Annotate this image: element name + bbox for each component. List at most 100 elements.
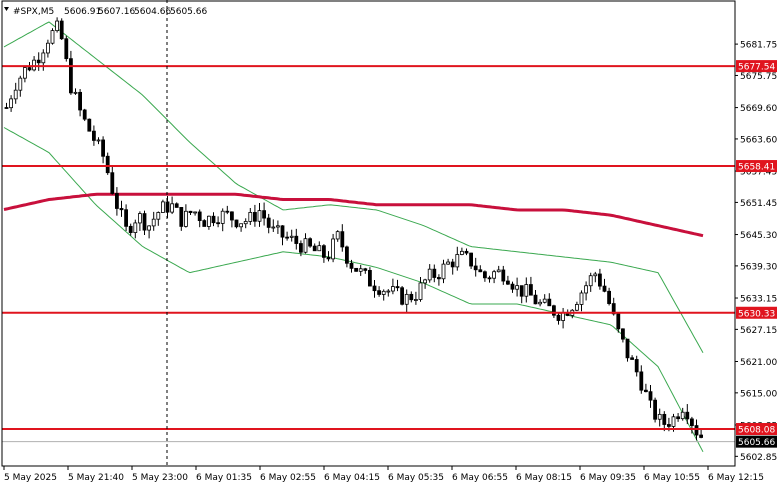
y-tick-label: 5615.00	[740, 389, 777, 399]
candle-bear	[211, 215, 216, 224]
candle-bear	[616, 313, 621, 330]
candle-bull	[418, 282, 423, 300]
candle-bull	[657, 413, 662, 420]
candle-bear	[487, 277, 492, 280]
candle-bull	[147, 225, 152, 231]
candle-bear	[280, 225, 285, 238]
x-tick-label: 6 May 12:15	[708, 473, 764, 483]
candle-bear	[602, 285, 607, 292]
candle-bull	[515, 285, 519, 290]
candle-bull	[680, 411, 685, 420]
candle-bear	[115, 193, 119, 209]
level-label: 5608.08	[738, 426, 775, 436]
candle-bear	[436, 277, 441, 280]
candle-bear	[82, 109, 87, 120]
candle-bull	[671, 416, 676, 427]
x-tick-label: 6 May 09:35	[580, 473, 636, 483]
candle-bear	[529, 284, 533, 296]
candle-bear	[501, 269, 506, 282]
candle-bull	[248, 212, 253, 222]
candle-bear	[607, 290, 611, 304]
candle-bear	[59, 20, 64, 40]
candle-bear	[101, 139, 105, 157]
y-tick-label: 5651.45	[740, 199, 777, 209]
candle-bear	[685, 411, 690, 420]
candle-bear	[225, 210, 230, 213]
candle-bear	[105, 155, 110, 174]
candle-bear	[639, 371, 644, 391]
x-tick-label: 6 May 04:15	[324, 473, 380, 483]
candle-bear	[667, 424, 671, 427]
candle-bear	[78, 91, 82, 111]
candle-bull	[289, 235, 294, 238]
candle-bear	[36, 59, 41, 64]
candle-bear	[556, 314, 561, 321]
candle-bear	[400, 287, 405, 305]
candle-bull	[575, 304, 579, 311]
x-tick-label: 6 May 08:15	[516, 473, 572, 483]
candle-bear	[312, 245, 317, 252]
candle-bear	[298, 243, 303, 253]
candle-bear	[372, 285, 377, 292]
candle-bear	[395, 286, 400, 289]
x-tick-label: 6 May 01:35	[196, 473, 252, 483]
candle-bull	[22, 67, 27, 79]
candle-bull	[335, 231, 340, 240]
price-chart[interactable]: 5681.75 5675.75 5669.60 5663.60 5657.45 5651.…	[0, 0, 781, 489]
candle-bear	[354, 267, 359, 272]
candle-bear	[92, 130, 96, 141]
candle-bear	[694, 425, 699, 436]
y-tick-label: 5627.15	[740, 326, 777, 336]
x-tick-label: 5 May 21:40	[68, 473, 124, 483]
candle-bull	[584, 285, 588, 294]
candle-bull	[386, 290, 391, 293]
candle-bear	[266, 217, 271, 228]
candle-bull	[271, 226, 276, 229]
candle-bull	[542, 298, 547, 303]
candle-bull	[446, 261, 451, 265]
candle-bull	[427, 268, 432, 281]
candle-bear	[363, 268, 368, 271]
y-tick-label: 5602.85	[740, 453, 777, 463]
candle-bull	[413, 299, 418, 301]
candle-bull	[73, 91, 78, 94]
candle-bull	[55, 20, 59, 32]
candle-bear	[252, 212, 257, 222]
open-value: 5606.91	[64, 7, 101, 17]
candle-bear	[676, 416, 680, 420]
candle-bull	[133, 222, 138, 233]
candle-bear	[27, 67, 32, 71]
level-label: 5658.41	[738, 163, 775, 173]
candle-bull	[459, 250, 464, 255]
candle-bull	[358, 268, 363, 272]
candle-bull	[193, 211, 198, 214]
candle-bull	[381, 290, 386, 295]
x-tick-label: 6 May 05:35	[388, 473, 444, 483]
candle-bull	[183, 210, 188, 227]
candle-bear	[188, 210, 193, 214]
candle-bull	[492, 271, 497, 279]
candle-bear	[340, 231, 345, 248]
candle-bull	[275, 225, 280, 228]
candle-bear	[285, 236, 290, 239]
candle-bull	[257, 210, 262, 222]
low-value: 5604.66	[134, 7, 171, 17]
candle-bear	[510, 283, 515, 290]
y-tick-label: 5663.60	[740, 135, 777, 145]
candle-bull	[455, 254, 460, 268]
candle-bull	[390, 286, 395, 292]
candle-bear	[367, 270, 372, 287]
y-tick-label: 5681.75	[740, 41, 777, 51]
candle-bull	[9, 98, 14, 109]
candle-bear	[648, 391, 653, 401]
candle-bull	[170, 203, 175, 213]
candle-bull	[239, 223, 244, 228]
candle-bear	[326, 256, 331, 260]
level-label: 5677.54	[738, 63, 775, 73]
candle-bull	[13, 89, 18, 100]
candle-bear	[262, 210, 267, 219]
candle-bear	[69, 58, 73, 94]
high-value: 5607.16	[98, 7, 135, 17]
x-tick-label: 6 May 02:55	[260, 473, 316, 483]
y-tick-label: 5675.75	[740, 72, 777, 82]
